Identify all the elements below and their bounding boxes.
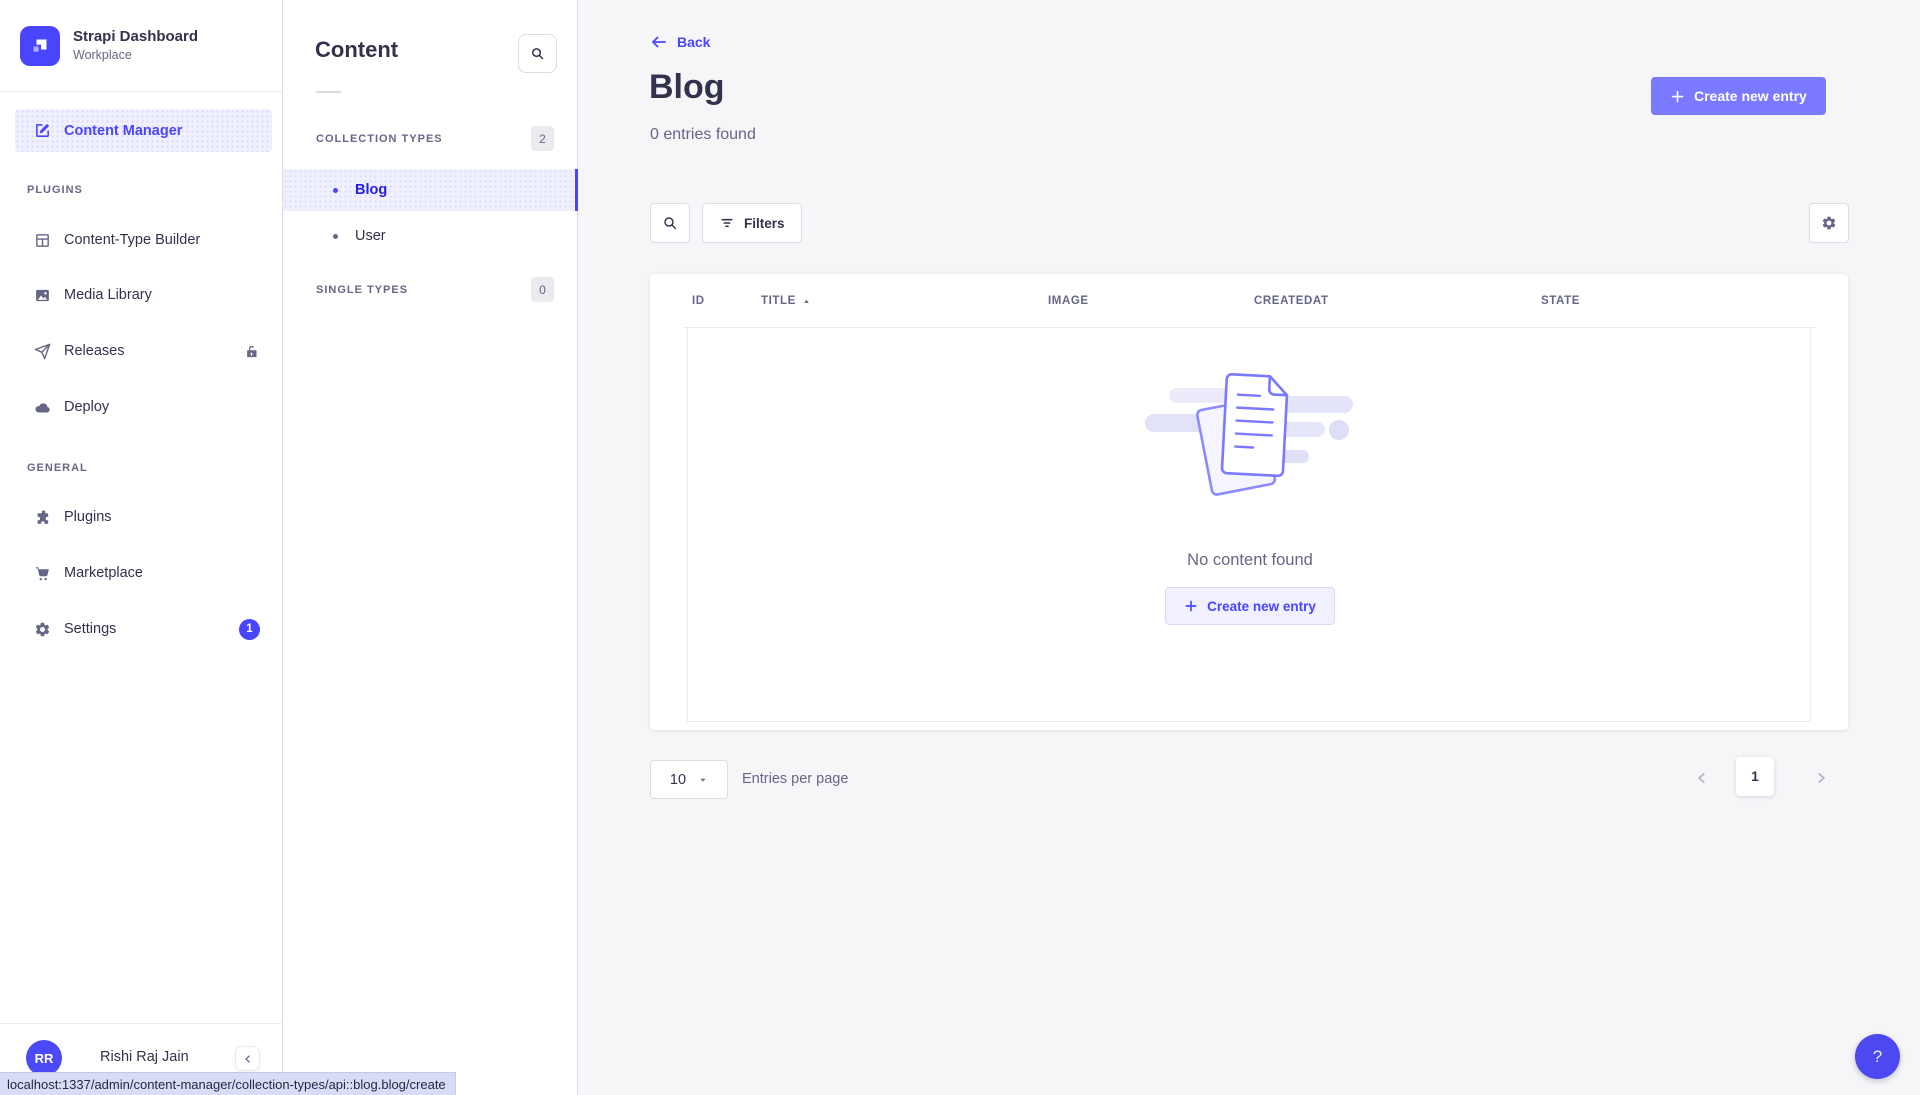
plus-icon: [1184, 599, 1198, 613]
search-icon: [662, 215, 678, 231]
sidebar-item-label: Content-Type Builder: [64, 232, 260, 248]
sidebar-item-settings[interactable]: Settings 1: [15, 609, 272, 649]
sidebar-item-media-library[interactable]: Media Library: [15, 275, 272, 315]
image-icon: [33, 286, 51, 304]
subnav-item-label: Blog: [355, 182, 387, 198]
sidebar-item-label: Settings: [64, 621, 226, 637]
next-page-button[interactable]: [1814, 767, 1828, 794]
caret-down-icon: [698, 775, 708, 785]
chevron-left-icon: [1695, 767, 1709, 789]
sidebar-item-label: Content Manager: [64, 123, 260, 139]
create-new-entry-button[interactable]: Create new entry: [1651, 77, 1826, 115]
column-header-title[interactable]: TITLE: [761, 295, 811, 307]
collection-types-label: COLLECTION TYPES: [316, 133, 443, 145]
gear-icon: [33, 620, 51, 638]
table-body: No content found Create new entry: [687, 328, 1811, 722]
filters-button[interactable]: Filters: [702, 203, 802, 243]
bullet-icon: [333, 188, 338, 193]
page-size-value: 10: [670, 772, 686, 788]
page-size-select[interactable]: 10: [650, 760, 728, 799]
chevron-left-icon: [243, 1054, 253, 1064]
sidebar-item-label: Plugins: [64, 509, 260, 525]
table-search-button[interactable]: [650, 203, 690, 243]
app-title: Strapi Dashboard: [73, 28, 198, 47]
empty-create-entry-button[interactable]: Create new entry: [1165, 587, 1335, 625]
bullet-icon: [333, 234, 338, 239]
table-header-row: ID TITLE IMAGE CREATEDAT STATE: [683, 274, 1815, 328]
subnav-search-button[interactable]: [518, 34, 557, 73]
collection-types-count: 2: [531, 126, 554, 151]
empty-documents-illustration: [1133, 352, 1368, 520]
sidebar-item-label: Deploy: [64, 399, 260, 415]
single-types-label: SINGLE TYPES: [316, 284, 408, 296]
subnav-item-label: User: [355, 228, 386, 244]
workspace-header[interactable]: Strapi Dashboard Workplace: [0, 0, 282, 92]
subnav-title: Content: [315, 37, 398, 63]
page-size-label: Entries per page: [742, 771, 848, 787]
gear-icon: [1821, 215, 1837, 231]
search-icon: [530, 46, 545, 61]
empty-create-entry-label: Create new entry: [1207, 599, 1316, 614]
strapi-logo-icon: [20, 26, 60, 66]
paper-plane-icon: [33, 342, 51, 360]
sidebar-item-releases[interactable]: Releases: [15, 331, 272, 371]
user-avatar[interactable]: RR: [26, 1040, 62, 1076]
sidebar-section-general: GENERAL: [27, 462, 88, 474]
layout-icon: [33, 231, 51, 249]
column-header-id[interactable]: ID: [692, 295, 705, 307]
back-label: Back: [677, 34, 710, 50]
sidebar-section-plugins: PLUGINS: [27, 184, 83, 196]
cloud-icon: [33, 398, 51, 416]
filters-label: Filters: [744, 216, 785, 231]
column-header-createdat[interactable]: CREATEDAT: [1254, 295, 1329, 307]
sort-ascending-icon: [802, 297, 811, 306]
plus-icon: [1670, 89, 1685, 104]
sidebar-item-content-manager[interactable]: Content Manager: [15, 109, 272, 152]
page-1-button[interactable]: 1: [1736, 757, 1774, 796]
sidebar-item-label: Releases: [64, 343, 229, 359]
column-header-image[interactable]: IMAGE: [1048, 295, 1089, 307]
sidebar-item-content-type-builder[interactable]: Content-Type Builder: [15, 220, 272, 260]
previous-page-button[interactable]: [1695, 767, 1709, 794]
arrow-left-icon: [650, 33, 668, 51]
workspace-name: Workplace: [73, 47, 198, 63]
edit-pencil-icon: [33, 122, 51, 140]
help-button[interactable]: ?: [1855, 1034, 1900, 1079]
page-title: Blog: [649, 68, 725, 107]
back-link[interactable]: Back: [650, 33, 710, 51]
sidebar-item-plugins[interactable]: Plugins: [15, 497, 272, 537]
single-types-count: 0: [531, 277, 554, 302]
chevron-right-icon: [1814, 767, 1828, 789]
user-name[interactable]: Rishi Raj Jain: [100, 1049, 189, 1065]
sidebar-item-label: Marketplace: [64, 565, 260, 581]
create-new-entry-label: Create new entry: [1694, 88, 1807, 104]
sidebar-item-deploy[interactable]: Deploy: [15, 387, 272, 427]
entries-table-card: ID TITLE IMAGE CREATEDAT STATE: [650, 274, 1848, 730]
collapse-sidebar-button[interactable]: [235, 1046, 260, 1071]
column-header-state[interactable]: STATE: [1541, 295, 1580, 307]
sidebar-item-label: Media Library: [64, 287, 260, 303]
filter-icon: [719, 215, 735, 231]
divider: [316, 91, 341, 93]
subnav-item-user[interactable]: User: [283, 215, 578, 257]
sidebar-item-marketplace[interactable]: Marketplace: [15, 553, 272, 593]
entries-count: 0 entries found: [650, 126, 756, 144]
main-content: Back Blog 0 entries found Create new ent…: [578, 0, 1920, 1095]
empty-state: No content found Create new entry: [688, 352, 1812, 625]
main-sidebar: Strapi Dashboard Workplace Content Manag…: [0, 0, 283, 1095]
settings-notification-badge: 1: [239, 619, 260, 640]
lock-icon: [242, 342, 260, 360]
empty-state-message: No content found: [688, 551, 1812, 570]
content-subnav: Content COLLECTION TYPES 2 Blog User SIN…: [283, 0, 578, 1095]
subnav-item-blog[interactable]: Blog: [283, 169, 578, 211]
puzzle-icon: [33, 508, 51, 526]
browser-status-bar: localhost:1337/admin/content-manager/col…: [0, 1072, 456, 1095]
shopping-cart-icon: [33, 564, 51, 582]
view-settings-button[interactable]: [1809, 203, 1849, 243]
